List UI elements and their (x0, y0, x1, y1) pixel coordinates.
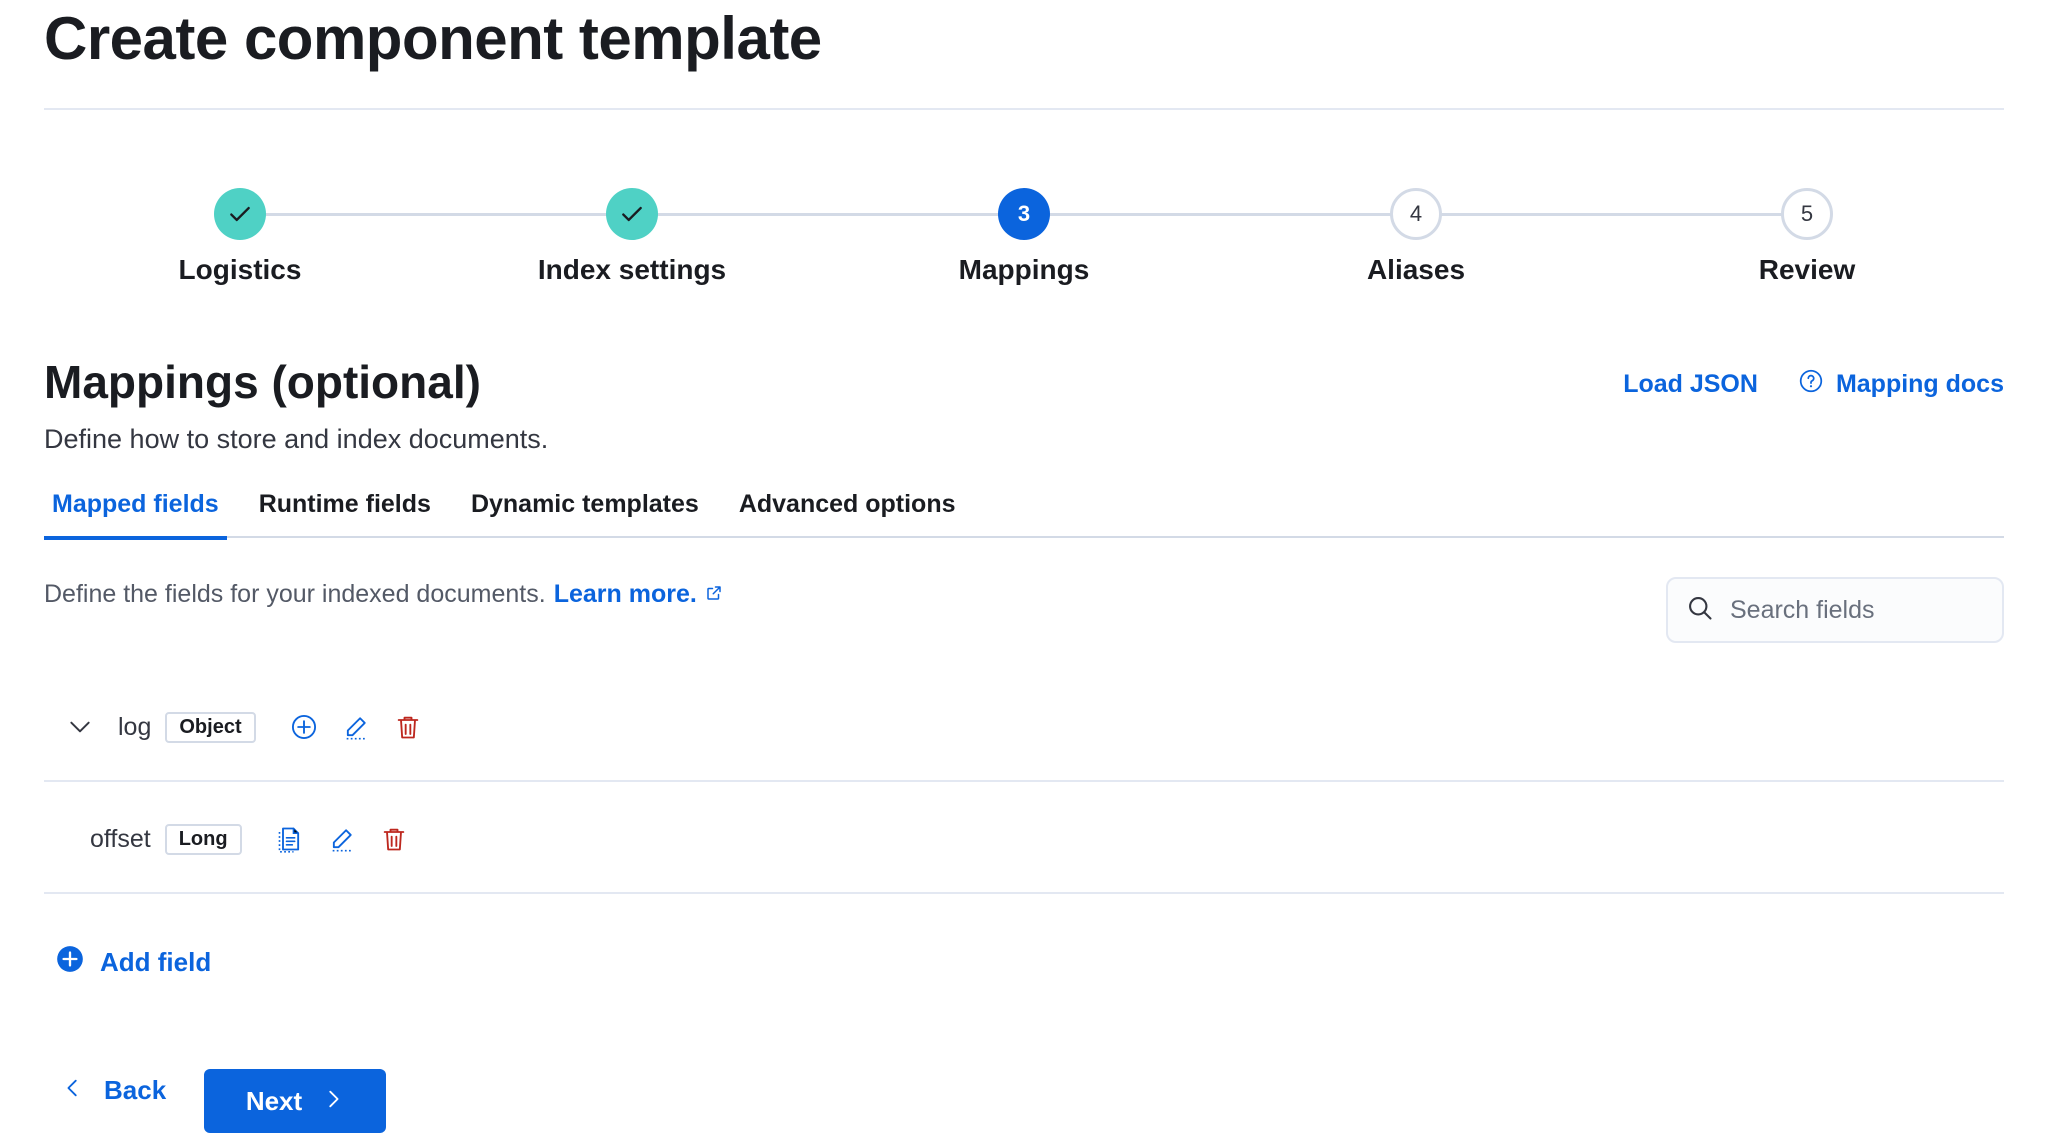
stepper: Logistics Index settings 3 Mappings 4 Al… (44, 185, 2004, 295)
next-button[interactable]: Next (204, 1069, 386, 1133)
chevron-right-icon (322, 1086, 344, 1117)
tab-dynamic-templates[interactable]: Dynamic templates (463, 484, 707, 538)
field-actions (272, 821, 412, 857)
add-field-label: Add field (100, 947, 212, 977)
trash-icon[interactable] (376, 821, 412, 857)
learn-more-link[interactable]: Learn more. (554, 580, 723, 609)
step-label: Aliases (1366, 254, 1466, 285)
step-label: Index settings (537, 254, 727, 285)
chevron-down-icon[interactable] (62, 709, 98, 745)
step-number: 4 (1390, 188, 1442, 240)
header-links: Load JSON Mapping docs (1623, 368, 2004, 401)
step-label: Logistics (178, 254, 302, 285)
search-input[interactable] (1728, 594, 1978, 626)
mappings-tabs: Mapped fields Runtime fields Dynamic tem… (44, 484, 2004, 540)
add-child-field-icon[interactable] (286, 709, 322, 745)
tab-runtime-fields[interactable]: Runtime fields (251, 484, 439, 538)
fields-description-text: Define the fields for your indexed docum… (44, 580, 546, 608)
tab-advanced-options[interactable]: Advanced options (731, 484, 964, 538)
edit-icon[interactable] (324, 821, 360, 857)
field-name: offset (90, 824, 151, 853)
search-icon (1686, 594, 1714, 627)
step-review[interactable]: 5 Review (1677, 185, 1937, 286)
chevron-left-icon (62, 1075, 84, 1106)
step-aliases[interactable]: 4 Aliases (1286, 185, 1546, 286)
add-field-button[interactable]: Add field (56, 945, 211, 980)
step-number: 5 (1781, 188, 1833, 240)
load-json-link[interactable]: Load JSON (1623, 370, 1758, 399)
mapping-docs-label: Mapping docs (1835, 370, 2004, 398)
step-number: 3 (998, 188, 1050, 240)
multi-field-document-icon[interactable] (272, 821, 308, 857)
field-row-log: log Object (44, 672, 2004, 782)
back-button[interactable]: Back (62, 1075, 166, 1106)
back-label: Back (104, 1075, 167, 1105)
step-mappings[interactable]: 3 Mappings (894, 185, 1154, 286)
trash-icon[interactable] (390, 709, 426, 745)
page-title: Create component template (44, 5, 822, 72)
next-label: Next (245, 1085, 303, 1116)
external-link-icon (705, 580, 723, 609)
plus-circle-icon (56, 945, 84, 980)
step-index-settings[interactable]: Index settings (502, 185, 762, 286)
step-logistics[interactable]: Logistics (110, 185, 370, 286)
section-description: Define how to store and index documents. (44, 424, 549, 454)
field-type-badge: Long (164, 823, 242, 855)
field-type-badge: Object (165, 711, 256, 743)
tab-mapped-fields[interactable]: Mapped fields (44, 484, 227, 540)
field-name: log (118, 712, 152, 741)
check-icon (214, 188, 266, 240)
step-label: Review (1758, 254, 1856, 285)
mapping-docs-link[interactable]: Mapping docs (1798, 368, 2004, 401)
help-icon (1798, 368, 1824, 401)
search-fields[interactable] (1666, 577, 2004, 643)
step-label: Mappings (958, 254, 1090, 285)
fields-description: Define the fields for your indexed docum… (44, 580, 723, 609)
learn-more-label: Learn more. (553, 580, 697, 608)
field-row-offset: offset Long (44, 784, 2004, 894)
edit-icon[interactable] (338, 709, 374, 745)
load-json-label: Load JSON (1623, 370, 1758, 398)
field-actions (286, 709, 426, 745)
check-icon (606, 188, 658, 240)
header-divider (44, 108, 2004, 110)
section-title: Mappings (optional) (44, 356, 481, 408)
